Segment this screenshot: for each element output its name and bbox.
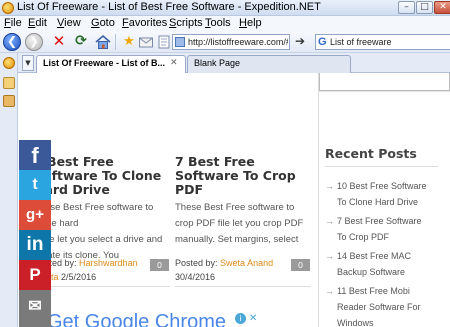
forward-arrow-icon[interactable]: ❯: [25, 33, 43, 51]
excerpt-line: These Best Free software to clone hard: [34, 202, 154, 229]
chrome-ad-banner[interactable]: Get Google Chrome: [47, 311, 226, 327]
menu-goto[interactable]: Goto: [91, 17, 115, 29]
recent-post-line: 7 Best Free Software: [337, 216, 422, 226]
recent-posts-rule: [325, 166, 438, 167]
toolbar-separator: [115, 34, 116, 50]
pinterest-share-icon[interactable]: P: [19, 260, 51, 290]
recent-post-link[interactable]: → 14 Best Free MAC Backup Software: [325, 248, 443, 280]
posted-by-label: Posted by:: [175, 258, 218, 268]
browser-window: List Of Freeware - List of Best Free Sof…: [0, 0, 450, 327]
tab-list-dropdown-icon[interactable]: ▼: [22, 55, 34, 71]
menu-edit[interactable]: Edit: [28, 17, 47, 29]
linkedin-share-icon[interactable]: in: [19, 230, 51, 260]
search-input[interactable]: [330, 35, 448, 49]
address-bar[interactable]: [172, 34, 290, 50]
comment-count-badge[interactable]: 0: [150, 259, 169, 271]
arrow-icon: →: [325, 286, 334, 296]
menu-file[interactable]: File: [4, 17, 22, 29]
email-share-icon[interactable]: ✉: [19, 290, 51, 327]
arrow-icon: →: [325, 181, 334, 191]
globe-panel-icon[interactable]: [3, 57, 15, 69]
post-title-line: PDF: [175, 182, 204, 197]
recent-post-line: Backup Software: [337, 267, 406, 277]
menu-help[interactable]: Help: [239, 17, 262, 29]
side-panel: [0, 53, 18, 327]
recent-post-line: Reader Software For: [337, 302, 421, 312]
back-arrow-icon[interactable]: ❮: [3, 33, 21, 51]
twitter-share-icon[interactable]: t: [19, 170, 51, 200]
maximize-button[interactable]: □: [416, 1, 433, 14]
menu-bar: File Edit View Goto Favorites Scripts To…: [0, 16, 450, 31]
googleplus-share-icon[interactable]: g+: [19, 200, 51, 230]
favorites-panel-icon[interactable]: [3, 77, 15, 89]
recent-post-line: To Clone Hard Drive: [337, 197, 419, 207]
post-excerpt: These Best Free software to clone hard d…: [34, 200, 174, 264]
post-title-line: Software To Crop: [175, 168, 296, 183]
window-title: List Of Freeware - List of Best Free Sof…: [17, 1, 321, 13]
post-title-line: 7 Best Free: [34, 154, 114, 169]
recent-post-link[interactable]: → 10 Best Free Software To Clone Hard Dr…: [325, 178, 443, 210]
facebook-share-icon[interactable]: f: [19, 140, 51, 170]
excerpt-line: These Best Free software to: [175, 202, 295, 213]
recent-post-line: Windows: [337, 318, 374, 327]
post-date: 2/5/2016: [61, 272, 97, 282]
search-box[interactable]: G: [315, 34, 450, 50]
adchoices-icon[interactable]: i: [235, 313, 246, 324]
recent-post-line: 14 Best Free MAC: [337, 251, 412, 261]
tab-blank-page[interactable]: Blank Page: [187, 55, 351, 73]
recent-posts-heading: Recent Posts: [325, 146, 417, 161]
address-input[interactable]: [188, 35, 288, 49]
home-icon[interactable]: [94, 33, 112, 51]
menu-scripts[interactable]: Scripts: [169, 17, 203, 29]
title-bar: List Of Freeware - List of Best Free Sof…: [0, 0, 450, 16]
app-globe-icon: [2, 2, 14, 14]
post-excerpt: These Best Free software to crop PDF fil…: [175, 200, 315, 248]
recent-post-line: To Crop PDF: [337, 232, 390, 242]
go-arrow-icon[interactable]: ➔: [293, 34, 307, 50]
column-divider: [318, 73, 319, 327]
post-title[interactable]: 7 Best Free Software To Clone Hard Drive: [34, 155, 161, 197]
tab-close-icon[interactable]: ✕: [170, 58, 178, 68]
ad-close-icon[interactable]: ✕: [249, 313, 259, 324]
post-meta: Posted by: Harshwardhan Gupta 2/5/2016: [34, 256, 154, 284]
stop-icon[interactable]: ✕: [50, 33, 68, 51]
recent-post-line: 11 Best Free Mobi: [337, 286, 410, 296]
excerpt-line: drive let you select a drive and: [34, 234, 163, 245]
post-title-line: Hard Drive: [34, 182, 110, 197]
arrow-icon: →: [325, 216, 334, 226]
meta-divider: [34, 286, 170, 287]
navigation-toolbar: ❮ ❯ ✕ ⟳ ★ http://listoffreeware.com/#! ➔…: [0, 31, 450, 53]
reload-icon[interactable]: ⟳: [72, 33, 90, 51]
post-title-line: 7 Best Free: [175, 154, 255, 169]
right-column-top-box: [319, 73, 450, 91]
meta-divider: [175, 286, 311, 287]
post-meta: Posted by: Sweta Anand 30/4/2016: [175, 256, 300, 284]
tab-strip: ▼ List Of Freeware - List of B... Blank …: [0, 53, 450, 73]
minimize-button[interactable]: –: [398, 1, 415, 14]
post-title-line: Software To Clone: [34, 168, 162, 183]
excerpt-line: crop PDF file let you crop PDF: [175, 218, 304, 229]
recent-post-link[interactable]: → 11 Best Free Mobi Reader Software For …: [325, 283, 443, 327]
bookmark-star-icon[interactable]: ★: [120, 33, 138, 51]
page-favicon-icon: [175, 37, 185, 47]
google-search-icon: G: [318, 36, 327, 48]
right-column-rule: [319, 91, 450, 92]
menu-view[interactable]: View: [57, 17, 81, 29]
comment-count-badge[interactable]: 0: [291, 259, 310, 271]
history-panel-icon[interactable]: [3, 95, 15, 107]
mail-icon[interactable]: [138, 33, 156, 51]
web-page: 7 Best Free Software To Clone Hard Drive…: [19, 73, 450, 327]
tab-list-of-freeware[interactable]: List Of Freeware - List of B...: [36, 55, 186, 73]
menu-favorites[interactable]: Favorites: [122, 17, 167, 29]
recent-post-line: 10 Best Free Software: [337, 181, 427, 191]
author-link[interactable]: Sweta Anand: [220, 258, 273, 268]
arrow-icon: →: [325, 251, 334, 261]
close-window-button[interactable]: ✕: [434, 1, 450, 14]
post-title[interactable]: 7 Best Free Software To Crop PDF: [175, 155, 296, 197]
menu-tools[interactable]: Tools: [205, 17, 231, 29]
author-link[interactable]: Harshwardhan: [79, 258, 138, 268]
excerpt-line: manually. Set margins, select: [175, 234, 299, 245]
post-date: 30/4/2016: [175, 272, 216, 282]
recent-post-link[interactable]: → 7 Best Free Software To Crop PDF: [325, 213, 443, 245]
